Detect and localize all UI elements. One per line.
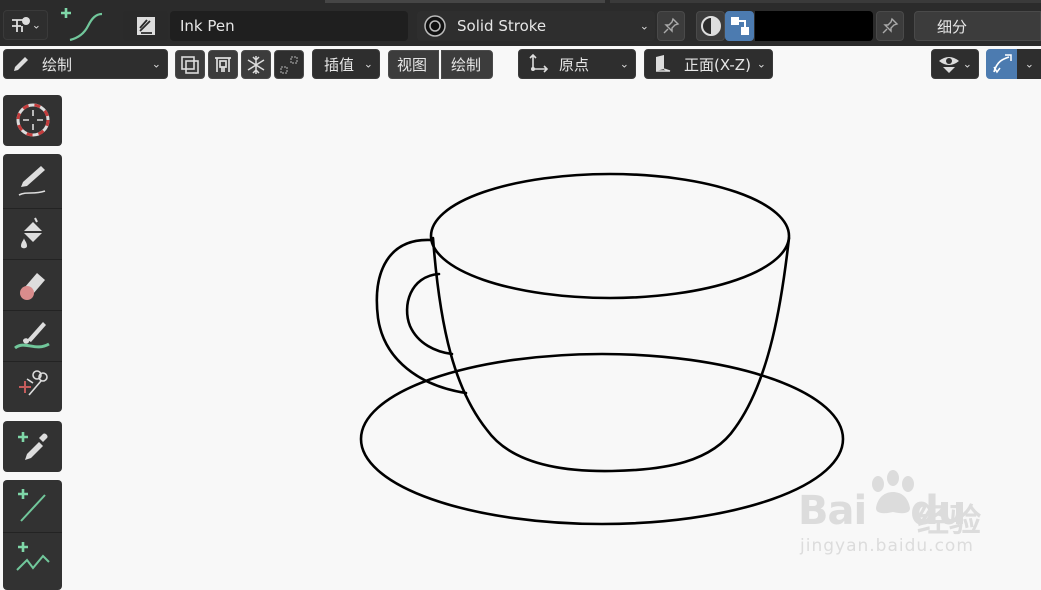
handle-outer	[375, 238, 468, 395]
saucer-outline	[359, 352, 845, 526]
view-menu[interactable]: 视图	[388, 50, 439, 79]
mode-label: 绘制	[42, 55, 73, 74]
visibility-icon	[937, 53, 963, 75]
pin-icon	[662, 17, 680, 35]
overlay-icon	[991, 53, 1013, 75]
chevron-down-icon: ⌄	[619, 57, 629, 71]
vertex-color-button[interactable]	[725, 11, 754, 41]
origin-axis-icon	[527, 53, 549, 75]
vertex-color-icon	[729, 15, 751, 37]
interpolate-dropdown[interactable]: 插值 ⌄	[312, 49, 380, 79]
header-bar: ⌄ Ink Pen Solid Stroke ⌄ 细分	[0, 0, 1041, 46]
origin-dropdown[interactable]: 原点 ⌄	[518, 49, 636, 79]
subdivide-panel-button[interactable]: 细分	[914, 11, 1041, 41]
chevron-down-icon: ⌄	[1024, 57, 1034, 71]
handle-inner	[405, 272, 454, 356]
guides-button[interactable]	[274, 50, 304, 79]
material-icon	[423, 14, 447, 38]
tab-indicator	[325, 0, 605, 3]
material-dropdown[interactable]: Solid Stroke ⌄	[417, 11, 655, 41]
chevron-down-icon: ⌄	[151, 57, 161, 71]
draw-settings-icon	[9, 14, 33, 36]
pin-material-button[interactable]	[657, 11, 685, 41]
brush-icon	[135, 15, 157, 37]
plane-icon	[652, 53, 674, 75]
pen-stroke-preview[interactable]	[56, 4, 106, 44]
subdivide-label: 细分	[937, 17, 968, 36]
color-swatch[interactable]	[755, 11, 873, 41]
chevron-down-icon: ⌄	[639, 19, 649, 33]
draw-label: 绘制	[451, 56, 482, 74]
paw-icon	[866, 470, 920, 520]
brush-browse-button[interactable]	[123, 11, 168, 41]
color-mode-icon	[700, 15, 722, 37]
pin-icon	[881, 17, 899, 35]
overlay-dropdown[interactable]: ⌄	[1017, 49, 1041, 79]
tab-indicator	[610, 0, 1041, 3]
watermark-brand: Bai	[798, 488, 867, 534]
watermark-url: jingyan.baidu.com	[800, 536, 974, 556]
freeze-button[interactable]	[241, 50, 271, 79]
pencil-icon	[12, 55, 30, 73]
guides-icon	[279, 55, 299, 75]
watermark-product: 经验	[917, 501, 982, 539]
draw-menu[interactable]: 绘制	[441, 50, 493, 79]
visibility-dropdown[interactable]: ⌄	[931, 49, 979, 79]
brush-name: Ink Pen	[180, 17, 235, 35]
plane-label: 正面(X-Z)	[684, 55, 751, 74]
pen-stroke-icon	[56, 4, 106, 44]
freeze-icon	[246, 55, 266, 75]
cup-rim-outline	[429, 172, 791, 300]
tool-settings-bar: 绘制 ⌄ 插值 ⌄ 视图 绘制 原点 ⌄ 正面(X-Z) ⌄ ⌄ ⌄	[0, 46, 1041, 84]
material-name: Solid Stroke	[457, 17, 547, 35]
color-mode-button[interactable]	[696, 11, 725, 41]
interpolate-label: 插值	[324, 55, 355, 74]
origin-label: 原点	[559, 55, 590, 74]
chevron-down-icon: ⌄	[962, 57, 972, 71]
overlay-toggle[interactable]	[986, 49, 1017, 79]
view-label: 视图	[397, 56, 428, 74]
autokey-button[interactable]	[208, 50, 238, 79]
chevron-down-icon: ⌄	[363, 57, 373, 71]
multiframe-button[interactable]	[175, 50, 205, 79]
chevron-down-icon: ⌄	[31, 18, 41, 32]
mode-dropdown[interactable]: 绘制 ⌄	[3, 49, 168, 79]
draw-settings-dropdown[interactable]: ⌄	[3, 10, 48, 40]
multiframe-icon	[180, 55, 200, 75]
chevron-down-icon: ⌄	[756, 57, 766, 71]
brush-name-field[interactable]: Ink Pen	[170, 11, 408, 41]
autokey-icon	[213, 55, 233, 75]
plane-dropdown[interactable]: 正面(X-Z) ⌄	[644, 49, 773, 79]
pin-color-button[interactable]	[876, 11, 904, 41]
